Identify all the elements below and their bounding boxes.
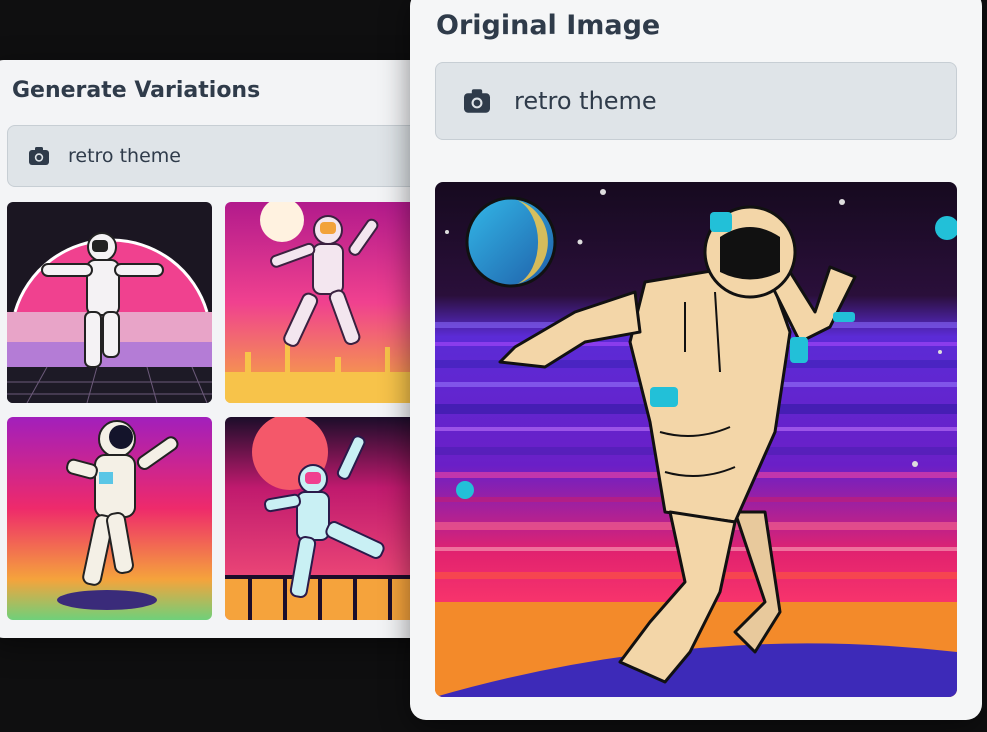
variations-panel: Generate Variations retro theme [0, 60, 448, 638]
camera-icon [462, 88, 492, 114]
variations-prompt-text: retro theme [68, 145, 181, 167]
original-prompt-field[interactable]: retro theme [435, 62, 957, 140]
variation-thumbnail-1[interactable] [7, 202, 212, 403]
variation-thumbnail-2[interactable] [225, 202, 425, 403]
variations-title: Generate Variations [12, 78, 261, 103]
camera-icon [28, 146, 50, 166]
variation-thumbnail-3[interactable] [7, 417, 212, 620]
original-image [435, 182, 957, 697]
original-prompt-text: retro theme [514, 87, 657, 115]
original-title: Original Image [436, 10, 661, 41]
variation-thumbnail-4[interactable] [225, 417, 425, 620]
variations-prompt-field[interactable]: retro theme [7, 125, 439, 187]
original-panel: Original Image retro theme [410, 0, 982, 720]
